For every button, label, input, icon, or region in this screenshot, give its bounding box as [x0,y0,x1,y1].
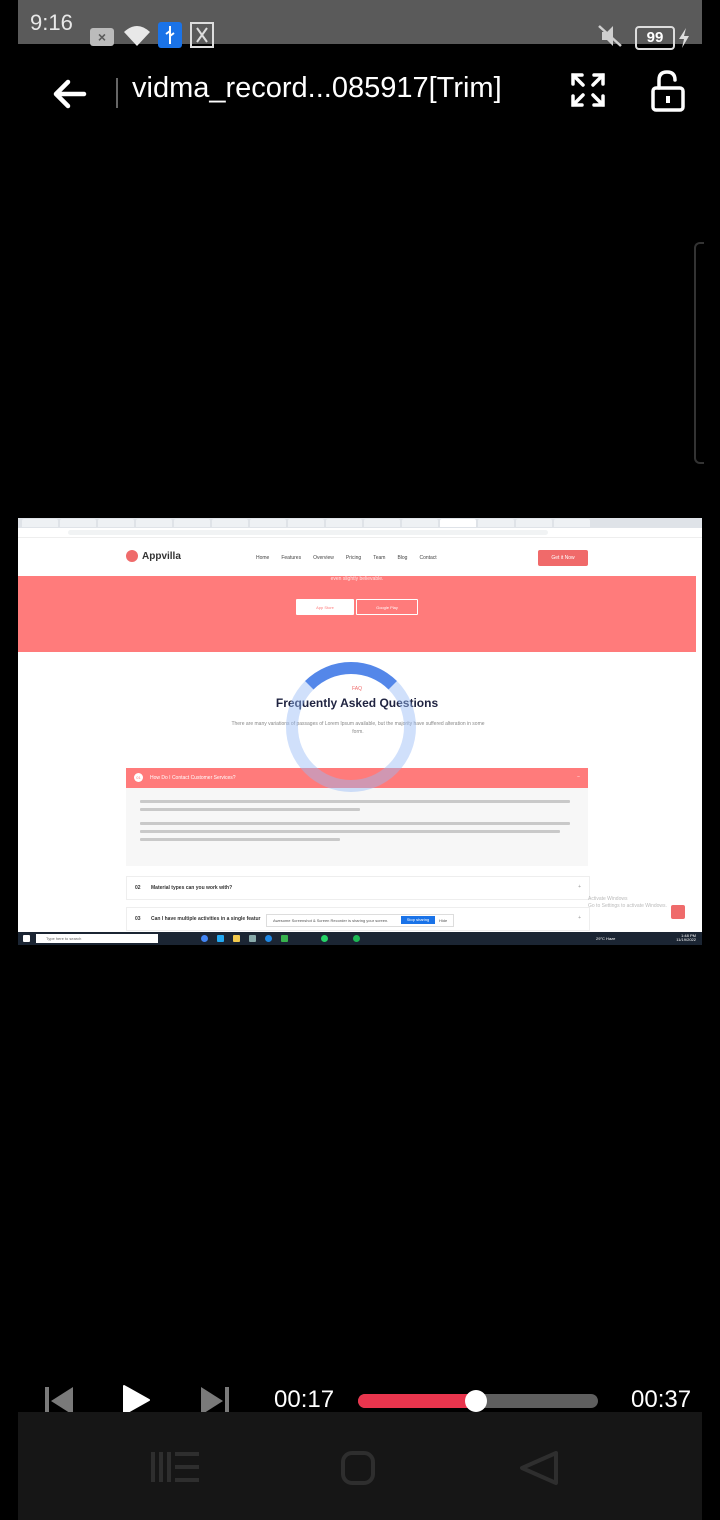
site-nav-contact: Contact [419,555,437,561]
store-icon [249,935,256,942]
recent-apps-icon [151,1452,199,1482]
logo-mark-icon [126,550,138,562]
back-nav-button[interactable] [518,1450,560,1491]
faq-item: 02 Material types can you work with? + [126,876,590,900]
activate-windows-watermark: Activate Windows Go to Settings to activ… [588,896,667,909]
browser-address-bar [18,528,702,538]
site-nav-overview: Overview [313,555,334,561]
windows-taskbar: Type here to search 29°C Haze 1:48 PM 11… [18,932,702,945]
back-button[interactable] [48,72,92,116]
taskbar-clock: 1:48 PM 11/19/2022 [676,933,696,942]
plus-icon: + [578,915,581,921]
screen-lock-button[interactable] [650,70,686,112]
spotify-icon [353,935,360,942]
chrome-icon [201,935,208,942]
faq-question: How Do I Contact Customer Services? [150,775,236,781]
system-navigation-bar [18,1412,702,1520]
back-arrow-icon [53,79,87,109]
google-play-button: Google Play [356,599,418,615]
fullscreen-icon [571,73,605,107]
fullscreen-button[interactable] [570,72,606,108]
loading-spinner-icon [286,662,416,792]
site-logo: Appvilla [126,550,181,562]
site-nav-team: Team [373,555,386,561]
unlock-icon [651,70,685,112]
edge-icon [265,935,272,942]
status-bar: 9:16 × 99 [18,0,702,50]
screen-share-notice: Awesome Screenshot & Screen Recorder is … [266,914,454,927]
site-navbar: Appvilla Home Features Overview Pricing … [18,538,702,576]
app-icon [281,935,288,942]
home-icon [341,1451,375,1485]
player-header: vidma_record...085917[Trim] [0,44,720,144]
plus-icon: + [578,884,581,890]
folder-icon [233,935,240,942]
app-store-button: App Store [296,599,354,615]
site-hero: even slightly believable. App Store Goog… [18,576,696,652]
side-edge-handle[interactable] [694,242,704,464]
status-time: 9:16 [30,10,73,35]
header-divider [116,78,118,108]
vscode-icon [217,935,224,942]
site-nav-features: Features [281,555,302,561]
video-title: vidma_record...085917[Trim] [132,72,502,104]
site-nav-home: Home [256,555,270,561]
taskbar-weather: 29°C Haze [596,936,616,941]
faq-number: 01 [134,773,143,782]
back-nav-icon [520,1451,558,1485]
site-nav-links: Home Features Overview Pricing Team Blog… [256,555,437,561]
windows-start-icon [23,935,30,942]
total-time: 00:37 [631,1386,692,1413]
stop-sharing-button: Stop sharing [401,916,435,924]
recent-apps-button[interactable] [150,1450,202,1489]
seek-thumb[interactable] [464,1390,487,1412]
seek-progress [358,1394,476,1408]
site-nav-pricing: Pricing [345,555,362,561]
hide-button: Hide [439,918,448,923]
faq-answer [126,788,588,866]
video-frame[interactable]: Appvilla Home Features Overview Pricing … [18,518,702,945]
seek-bar[interactable] [358,1390,598,1412]
whatsapp-icon [321,935,328,942]
browser-tabbar [18,518,702,528]
hero-subtitle: even slightly believable. [330,576,384,582]
site-get-button: Get it Now [538,550,588,566]
scroll-top-icon [671,905,685,919]
home-button[interactable] [340,1450,376,1491]
minus-icon: − [577,774,580,780]
current-time: 00:17 [274,1386,335,1413]
taskbar-search: Type here to search [36,934,158,943]
site-nav-blog: Blog [397,555,408,561]
